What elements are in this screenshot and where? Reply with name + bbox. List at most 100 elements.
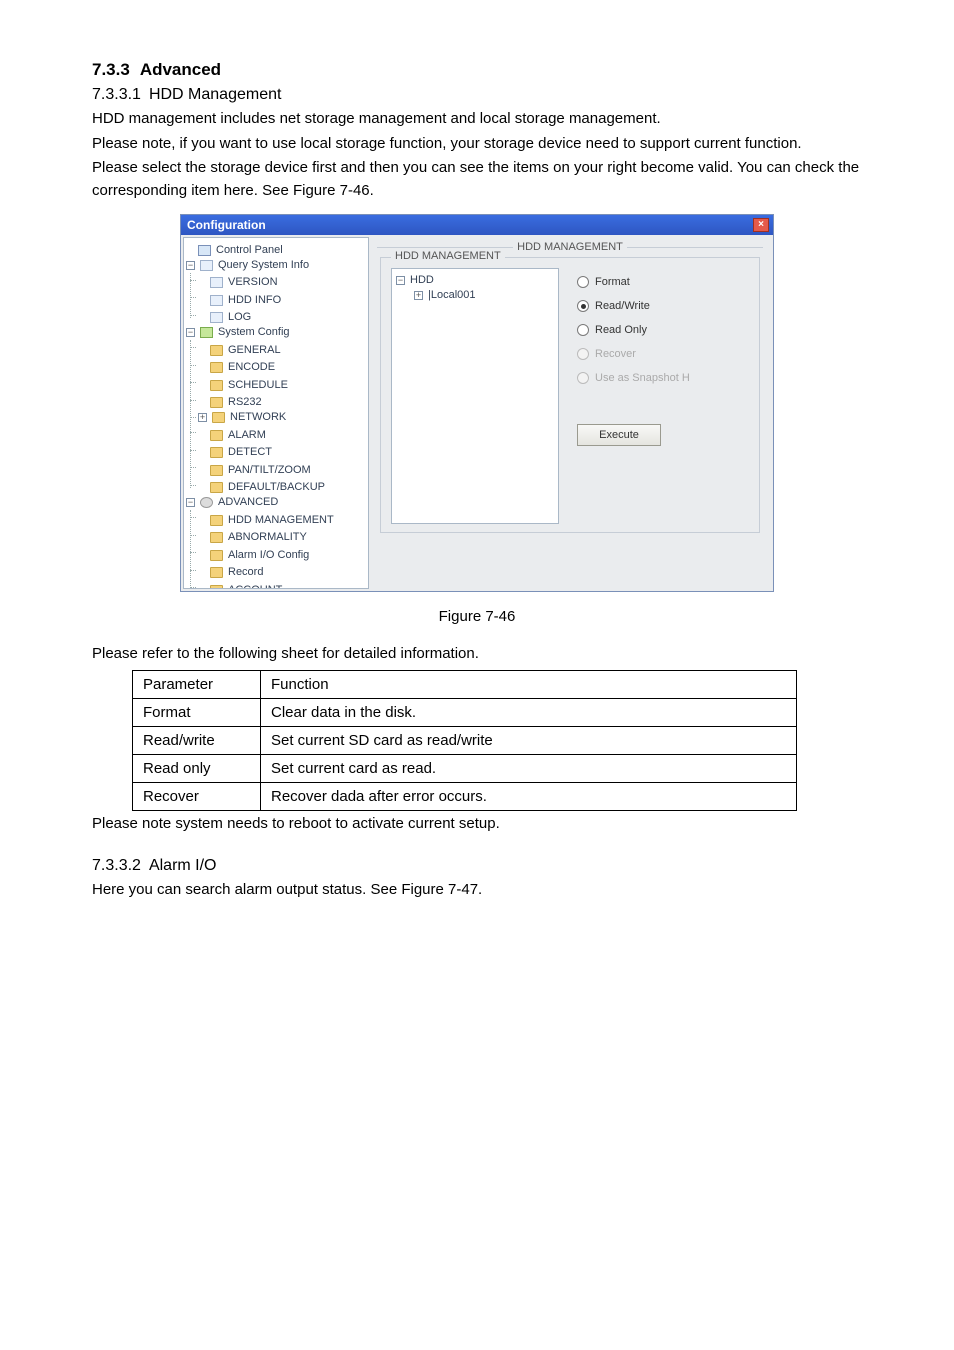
subsection-heading: 7.3.3.2 Alarm I/O	[92, 857, 862, 875]
radio-recover: Recover	[577, 348, 690, 360]
folder-icon	[210, 515, 223, 526]
body-text: Here you can search alarm output status.…	[92, 879, 862, 902]
table-cell: Read/write	[133, 726, 261, 754]
radio-icon	[577, 300, 589, 312]
folder-icon	[210, 430, 223, 441]
tree-account[interactable]: ACCOUNT	[198, 583, 284, 590]
body-text: Please select the storage device first a…	[92, 157, 862, 202]
gear-icon	[200, 497, 213, 508]
tree-hdd-info[interactable]: HDD INFO	[198, 293, 283, 308]
radio-snapshot: Use as Snapshot H	[577, 372, 690, 384]
tree-rs232[interactable]: RS232	[198, 395, 264, 410]
table-cell: Recover	[133, 782, 261, 810]
subsection-number: 7.3.3.1	[92, 86, 141, 104]
radio-icon	[577, 324, 589, 336]
hdd-tree-root[interactable]: − HDD	[396, 273, 554, 288]
tree-general[interactable]: GENERAL	[198, 343, 283, 358]
doc-icon	[210, 312, 223, 323]
table-row: Recover Recover dada after error occurs.	[133, 782, 797, 810]
radio-readonly[interactable]: Read Only	[577, 324, 690, 336]
radio-icon	[577, 348, 589, 360]
folder-icon	[210, 550, 223, 561]
subsection-heading: 7.3.3.1 HDD Management	[92, 86, 862, 104]
table-header: Parameter	[133, 670, 261, 698]
radio-readwrite[interactable]: Read/Write	[577, 300, 690, 312]
table-cell: Recover dada after error occurs.	[261, 782, 797, 810]
hdd-management-group: HDD MANAGEMENT − HDD + |Local001	[380, 257, 760, 533]
folder-icon	[210, 397, 223, 408]
tree-record[interactable]: Record	[198, 565, 265, 580]
folder-icon	[210, 567, 223, 578]
folder-icon	[210, 447, 223, 458]
table-header-row: Parameter Function	[133, 670, 797, 698]
table-header: Function	[261, 670, 797, 698]
tree-advanced[interactable]: − ADVANCED	[186, 495, 280, 510]
tree-abnormality[interactable]: ABNORMALITY	[198, 530, 309, 545]
folder-icon	[200, 260, 213, 271]
table-row: Read/write Set current SD card as read/w…	[133, 726, 797, 754]
section-number: 7.3.3	[92, 60, 130, 80]
collapse-icon[interactable]: −	[186, 261, 195, 270]
folder-icon	[210, 380, 223, 391]
hdd-options: Format Read/Write Read Only Recover	[577, 268, 690, 522]
nav-tree: Control Panel − Query System Info VERSIO…	[183, 237, 369, 589]
parameter-table: Parameter Function Format Clear data in …	[132, 670, 797, 811]
configuration-window: Configuration × Control Panel −	[180, 214, 774, 592]
tree-alarm[interactable]: ALARM	[198, 428, 268, 443]
folder-icon	[210, 585, 223, 590]
group-legend: HDD MANAGEMENT	[391, 250, 505, 262]
control-panel-icon	[198, 245, 211, 256]
subsection-number: 7.3.3.2	[92, 857, 141, 875]
hdd-tree-item[interactable]: + |Local001	[396, 288, 554, 303]
body-text: Please note, if you want to use local st…	[92, 133, 862, 156]
subsection-title: HDD Management	[149, 86, 282, 104]
folder-icon	[210, 345, 223, 356]
section-title: Advanced	[140, 60, 221, 80]
table-cell: Set current SD card as read/write	[261, 726, 797, 754]
collapse-icon[interactable]: −	[396, 276, 405, 285]
radio-format[interactable]: Format	[577, 276, 690, 288]
tree-control-panel[interactable]: Control Panel	[186, 243, 285, 258]
tree-detect[interactable]: DETECT	[198, 445, 274, 460]
collapse-icon[interactable]: −	[186, 328, 195, 337]
tree-schedule[interactable]: SCHEDULE	[198, 378, 290, 393]
doc-icon	[210, 295, 223, 306]
folder-icon	[212, 412, 225, 423]
execute-button[interactable]: Execute	[577, 424, 661, 446]
collapse-icon[interactable]: −	[186, 498, 195, 507]
tree-hdd-management[interactable]: HDD MANAGEMENT	[198, 513, 336, 528]
folder-icon	[210, 362, 223, 373]
body-text: Please note system needs to reboot to ac…	[92, 813, 862, 836]
folder-icon	[210, 532, 223, 543]
body-text: HDD management includes net storage mana…	[92, 108, 862, 131]
folder-icon	[210, 482, 223, 493]
config-detail-panel: HDD MANAGEMENT HDD MANAGEMENT − HDD + |L…	[371, 235, 773, 591]
table-cell: Clear data in the disk.	[261, 698, 797, 726]
expand-icon[interactable]: +	[198, 413, 207, 422]
subsection-title: Alarm I/O	[149, 857, 217, 875]
body-text: Please refer to the following sheet for …	[92, 643, 862, 666]
table-cell: Read only	[133, 754, 261, 782]
tree-alarm-io-config[interactable]: Alarm I/O Config	[198, 548, 311, 563]
section-heading: 7.3.3 Advanced	[92, 60, 862, 80]
table-cell: Format	[133, 698, 261, 726]
tree-encode[interactable]: ENCODE	[198, 360, 277, 375]
system-icon	[200, 327, 213, 338]
hdd-device-tree: − HDD + |Local001	[391, 268, 559, 524]
tree-system-config[interactable]: − System Config	[186, 325, 292, 340]
table-row: Format Clear data in the disk.	[133, 698, 797, 726]
close-button[interactable]: ×	[753, 218, 769, 232]
window-title: Configuration	[185, 218, 266, 232]
tree-version[interactable]: VERSION	[198, 275, 280, 290]
tree-log[interactable]: LOG	[198, 310, 253, 325]
table-row: Read only Set current card as read.	[133, 754, 797, 782]
tree-ptz[interactable]: PAN/TILT/ZOOM	[198, 463, 313, 478]
tree-default-backup[interactable]: DEFAULT/BACKUP	[198, 480, 327, 495]
table-cell: Set current card as read.	[261, 754, 797, 782]
radio-icon	[577, 372, 589, 384]
tree-network[interactable]: +NETWORK	[198, 410, 288, 425]
tree-query-system-info[interactable]: − Query System Info	[186, 258, 311, 273]
figure-caption: Figure 7-46	[92, 608, 862, 625]
window-titlebar: Configuration ×	[181, 215, 773, 235]
expand-icon[interactable]: +	[414, 291, 423, 300]
